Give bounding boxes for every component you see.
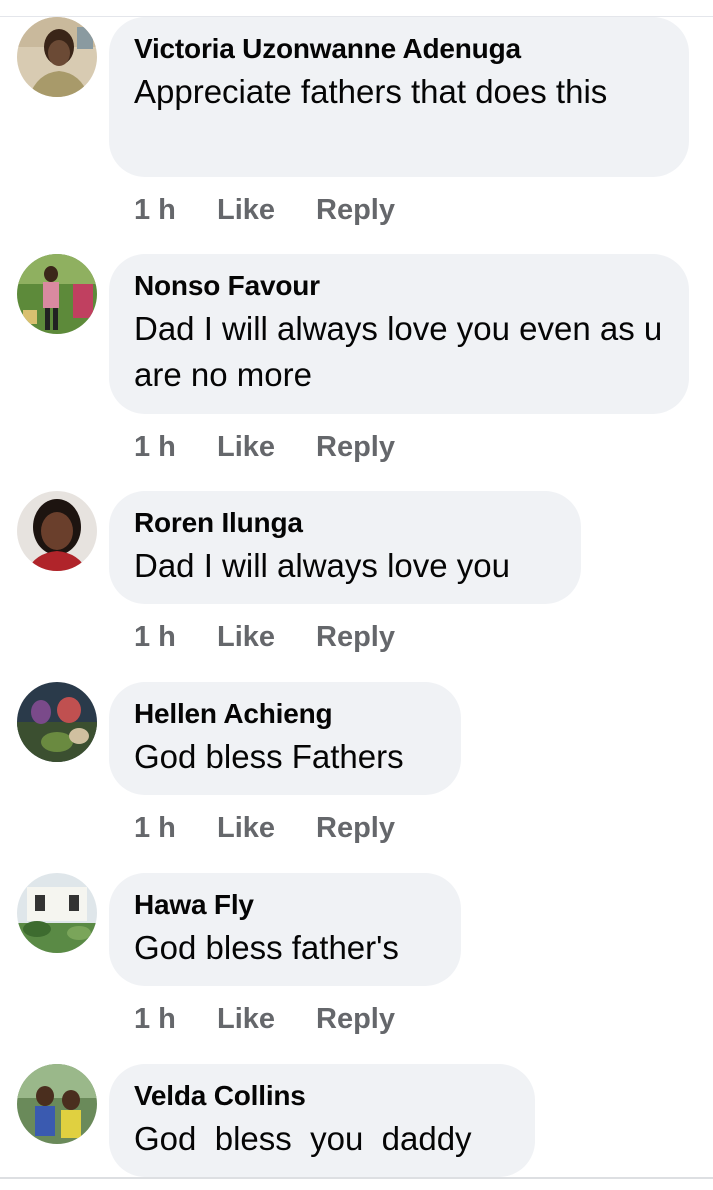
comment-author[interactable]: Victoria Uzonwanne Adenuga [134,33,665,65]
comment-text: Dad I will always love you even as u are… [134,310,672,393]
reply-button[interactable]: Reply [316,193,395,227]
like-button[interactable]: Like [217,620,275,654]
comment-bubble: Velda Collins God bless you daddy [109,1064,535,1177]
profile-photo-icon [17,1064,97,1144]
avatar[interactable] [17,17,97,97]
comment-timestamp[interactable]: 1 h [134,620,176,654]
avatar[interactable] [17,682,97,762]
avatar[interactable] [17,1064,97,1144]
comment-author[interactable]: Hawa Fly [134,889,437,921]
avatar[interactable] [17,491,97,571]
like-button[interactable]: Like [217,1002,275,1036]
comment-text: God bless father's [134,929,399,966]
comment-timestamp[interactable]: 1 h [134,430,176,464]
comment-bubble: Roren Ilunga Dad I will always love you [109,491,581,604]
comment-bubble: Hawa Fly God bless father's [109,873,461,986]
profile-photo-icon [17,254,97,334]
comment-bubble: Victoria Uzonwanne Adenuga Appreciate fa… [109,17,689,177]
comment-timestamp[interactable]: 1 h [134,811,176,845]
comment-author[interactable]: Roren Ilunga [134,507,557,539]
profile-photo-icon [17,491,97,571]
reply-button[interactable]: Reply [316,811,395,845]
comment-author[interactable]: Nonso Favour [134,270,665,302]
avatar[interactable] [17,254,97,334]
avatar[interactable] [17,873,97,953]
comment-timestamp[interactable]: 1 h [134,193,176,227]
reply-button[interactable]: Reply [316,430,395,464]
reply-button[interactable]: Reply [316,1002,395,1036]
comment-text: Dad I will always love you [134,547,510,584]
comment-bubble: Hellen Achieng God bless Fathers [109,682,461,795]
reply-button[interactable]: Reply [316,620,395,654]
profile-photo-icon [17,17,97,97]
comment-author[interactable]: Hellen Achieng [134,698,437,730]
like-button[interactable]: Like [217,811,275,845]
profile-photo-icon [17,682,97,762]
comment-author[interactable]: Velda Collins [134,1080,511,1112]
profile-photo-icon [17,873,97,953]
comment-timestamp[interactable]: 1 h [134,1002,176,1036]
like-button[interactable]: Like [217,430,275,464]
comment-text: Appreciate fathers that does this [134,73,608,110]
comment-bubble: Nonso Favour Dad I will always love you … [109,254,689,414]
bottom-divider [0,1177,713,1179]
like-button[interactable]: Like [217,193,275,227]
comment-text: God bless Fathers [134,738,404,775]
comment-text: God bless you daddy [134,1120,472,1157]
